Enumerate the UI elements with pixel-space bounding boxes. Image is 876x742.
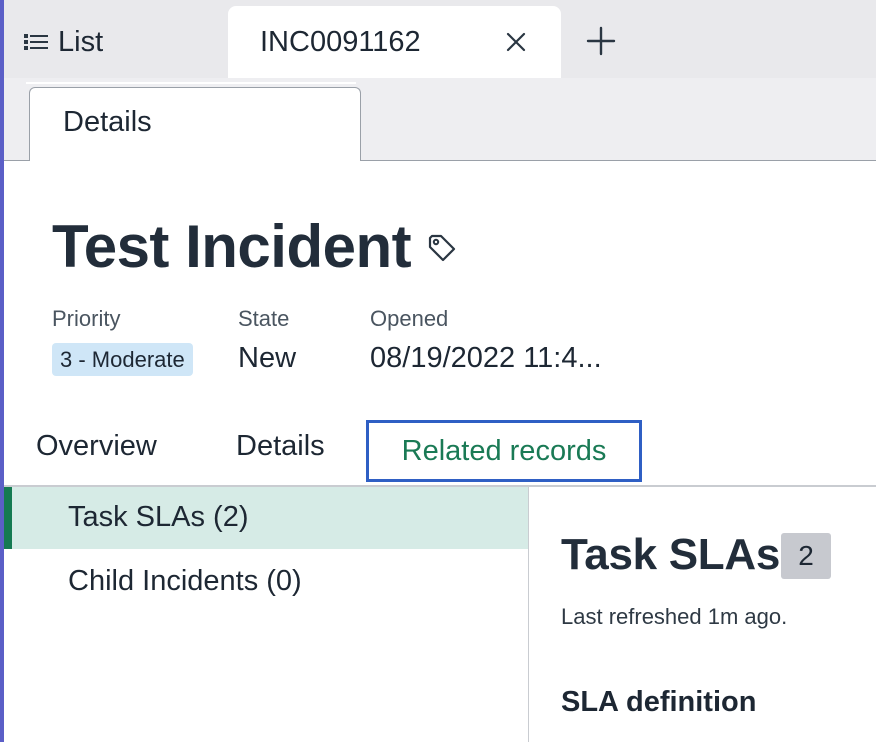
tab-overview[interactable]: Overview: [36, 430, 157, 463]
tab-details-sub[interactable]: Details: [29, 87, 361, 161]
related-list-child-incidents[interactable]: Child Incidents (0): [4, 551, 528, 613]
sub-tab-bar: Details: [4, 78, 876, 161]
plus-icon[interactable]: [584, 24, 618, 58]
tab-related-records[interactable]: Related records: [366, 420, 642, 482]
record-tab[interactable]: INC0091162: [228, 6, 561, 78]
tag-icon[interactable]: [426, 232, 458, 264]
workspace-tab-bar: List INC0091162: [4, 0, 876, 78]
record-title: Test Incident: [52, 213, 412, 280]
column-heading-sla-definition: SLA definition: [561, 686, 757, 718]
list-icon: [24, 33, 48, 51]
related-lists-nav: Task SLAs (2) Child Incidents (0): [4, 487, 529, 742]
related-list-label: Child Incidents (0): [68, 565, 302, 597]
tab-details[interactable]: Details: [236, 430, 325, 463]
priority-badge: 3 - Moderate: [52, 343, 193, 376]
state-label: State: [238, 306, 290, 331]
close-icon[interactable]: [502, 28, 530, 56]
related-list-label: Task SLAs (2): [68, 501, 249, 533]
state-value: New: [238, 342, 297, 374]
opened-label: Opened: [370, 306, 449, 331]
panel-title: Task SLAs: [561, 530, 781, 579]
priority-label: Priority: [52, 306, 121, 331]
count-badge: 2: [781, 533, 831, 579]
list-tab[interactable]: List: [24, 22, 103, 62]
sub-tab-label: Details: [63, 106, 152, 138]
opened-value: 08/19/2022 11:4...: [370, 342, 602, 374]
tab-related-records-label: Related records: [401, 434, 607, 467]
related-list-task-slas[interactable]: Task SLAs (2): [4, 487, 528, 549]
refresh-status: Last refreshed 1m ago.: [561, 604, 788, 629]
sub-tab-join: [26, 82, 356, 84]
list-tab-label: List: [58, 25, 104, 58]
record-tab-label: INC0091162: [260, 26, 421, 58]
